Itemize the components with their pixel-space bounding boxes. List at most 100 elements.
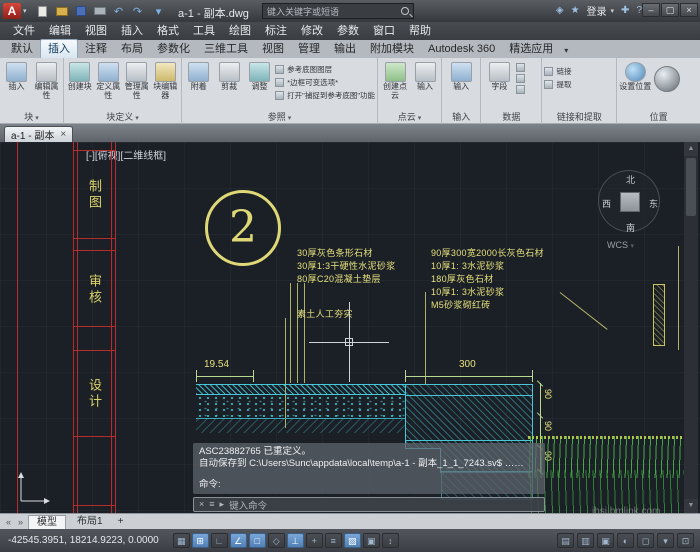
hyperlink-icon[interactable] <box>516 85 525 94</box>
geolocation-globe-icon[interactable] <box>654 66 680 92</box>
dynamic-input-toggle[interactable]: ≡ <box>325 533 342 548</box>
menu-draw[interactable]: 绘图 <box>222 22 258 40</box>
lineweight-toggle[interactable]: ▨ <box>344 533 361 548</box>
tab-default[interactable]: 默认 <box>4 40 40 58</box>
customize-commandline-icon[interactable]: ≡ <box>209 498 214 511</box>
attach-button[interactable]: 附着 <box>184 60 213 92</box>
scroll-up-icon[interactable]: ▲ <box>684 142 698 156</box>
panel-label-import[interactable]: 输入 <box>442 111 480 124</box>
grid-toggle[interactable]: ∟ <box>211 533 228 548</box>
document-tab[interactable]: a-1 - 副本 × <box>4 126 73 142</box>
vertical-scrollbar[interactable]: ▲ ▼ <box>684 142 698 513</box>
menu-parametric[interactable]: 参数 <box>330 22 366 40</box>
viewcube-compass[interactable]: 北 西 东 南 <box>598 170 660 232</box>
tab-annotate[interactable]: 注释 <box>78 40 114 58</box>
qat-dropdown-icon[interactable]: ▾ <box>151 3 167 19</box>
plot-icon[interactable] <box>92 3 108 19</box>
viewcube-top-face[interactable] <box>620 192 640 212</box>
favorites-icon[interactable]: ★ <box>571 5 580 16</box>
wcs-menu[interactable]: WCS ▾ <box>607 240 634 250</box>
tab-parametric[interactable]: 参数化 <box>150 40 197 58</box>
close-commandline-icon[interactable]: × <box>199 498 204 511</box>
compass-east[interactable]: 东 <box>649 197 658 210</box>
tab-manage[interactable]: 管理 <box>291 40 327 58</box>
compass-west[interactable]: 西 <box>602 197 611 210</box>
app-menu-button[interactable]: A ▾ <box>3 3 27 19</box>
tab-addins[interactable]: 附加模块 <box>363 40 421 58</box>
compass-north[interactable]: 北 <box>626 173 635 186</box>
tab-view[interactable]: 视图 <box>255 40 291 58</box>
panel-label-data[interactable]: 数据 <box>481 111 541 124</box>
drawing-canvas[interactable]: [-][俯视][二维线框] 制图 审核 设计 2 30厚灰色条形石材 30厚1:… <box>0 142 700 513</box>
tab-3dtools[interactable]: 三维工具 <box>197 40 255 58</box>
close-tab-icon[interactable]: × <box>60 129 66 140</box>
annotation-scale-icon[interactable]: ▣ <box>597 533 614 548</box>
tab-insert[interactable]: 插入 <box>40 39 78 58</box>
tab-layout[interactable]: 布局 <box>114 40 150 58</box>
panel-label-block[interactable]: 块 ▾ <box>0 111 63 124</box>
polar-toggle[interactable]: □ <box>249 533 266 548</box>
frames-vary-row[interactable]: *边框可变选项* <box>275 77 375 88</box>
scrollbar-thumb[interactable] <box>686 158 696 216</box>
menu-insert[interactable]: 插入 <box>114 22 150 40</box>
selection-cycling-toggle[interactable]: ↕ <box>382 533 399 548</box>
communication-center-icon[interactable]: ◈ <box>556 5 564 16</box>
extract-row[interactable]: 提取 <box>544 79 571 90</box>
menu-modify[interactable]: 修改 <box>294 22 330 40</box>
clip-button[interactable]: 剪裁 <box>214 60 243 92</box>
menu-view[interactable]: 视图 <box>78 22 114 40</box>
save-icon[interactable] <box>73 3 89 19</box>
create-block-button[interactable]: 创建块 <box>66 60 94 92</box>
snap-to-underlay-row[interactable]: 打开"捕捉到参考底图"功能 <box>275 90 375 101</box>
quick-view-layouts-icon[interactable]: ▥ <box>577 533 594 548</box>
model-space-icon[interactable]: ▤ <box>557 533 574 548</box>
transparency-toggle[interactable]: ▣ <box>363 533 380 548</box>
block-editor-button[interactable]: 块编辑器 <box>152 60 180 101</box>
dynamic-ucs-toggle[interactable]: + <box>306 533 323 548</box>
link-row[interactable]: 链接 <box>544 66 571 77</box>
define-attributes-button[interactable]: 定义属性 <box>95 60 123 101</box>
snap-toggle[interactable]: ⊞ <box>192 533 209 548</box>
panel-label-point-cloud[interactable]: 点云 ▾ <box>378 111 441 124</box>
set-location-button[interactable]: 设置位置 <box>619 60 651 92</box>
close-button[interactable]: × <box>680 3 698 17</box>
model-tab[interactable]: 模型 <box>28 515 66 529</box>
compass-south[interactable]: 南 <box>626 221 635 234</box>
open-file-icon[interactable] <box>54 3 70 19</box>
tab-output[interactable]: 输出 <box>327 40 363 58</box>
osnap-toggle[interactable]: ◇ <box>268 533 285 548</box>
menu-dimension[interactable]: 标注 <box>258 22 294 40</box>
adjust-button[interactable]: 调整 <box>245 60 274 92</box>
underlay-layers-row[interactable]: 参考底图图层 <box>275 64 375 75</box>
insert-block-button[interactable]: 插入 <box>2 60 31 92</box>
menu-tools[interactable]: 工具 <box>186 22 222 40</box>
ole-object-icon[interactable] <box>516 74 525 83</box>
menu-help[interactable]: 帮助 <box>402 22 438 40</box>
search-icon[interactable] <box>401 7 409 15</box>
search-box[interactable]: 键入关键字或短语 <box>262 3 414 19</box>
import-button[interactable]: 输入 <box>445 60 477 92</box>
workspace-switch-icon[interactable]: ◐ <box>617 533 634 548</box>
clean-screen-icon[interactable]: ⊡ <box>677 533 694 548</box>
ribbon-minimize-icon[interactable]: ▾ <box>560 46 572 58</box>
layout-nav-last-icon[interactable]: » <box>16 517 25 527</box>
menu-format[interactable]: 格式 <box>150 22 186 40</box>
field-button[interactable]: 字段 <box>483 60 515 92</box>
tab-autodesk360[interactable]: Autodesk 360 <box>421 40 502 58</box>
undo-icon[interactable]: ↶ <box>111 3 127 19</box>
ortho-toggle[interactable]: ∠ <box>230 533 247 548</box>
create-point-cloud-button[interactable]: 创建点云 <box>380 60 410 101</box>
signin-button[interactable]: 登录 ▾ <box>587 3 615 18</box>
menu-file[interactable]: 文件 <box>6 22 42 40</box>
status-menu-icon[interactable]: ▾ <box>657 533 674 548</box>
layout1-tab[interactable]: 布局1 <box>69 515 111 529</box>
panel-label-location[interactable]: 位置 <box>617 111 700 124</box>
panel-label-reference[interactable]: 参照 ▾ <box>182 111 377 124</box>
panel-label-block-definition[interactable]: 块定义 ▾ <box>64 111 181 124</box>
redo-icon[interactable]: ↷ <box>130 3 146 19</box>
osnap-3d-toggle[interactable]: ⊥ <box>287 533 304 548</box>
manage-attributes-button[interactable]: 管理属性 <box>123 60 151 101</box>
maximize-button[interactable]: ▢ <box>661 3 679 17</box>
minimize-button[interactable]: – <box>642 3 660 17</box>
infer-constraints-toggle[interactable]: ▦ <box>173 533 190 548</box>
